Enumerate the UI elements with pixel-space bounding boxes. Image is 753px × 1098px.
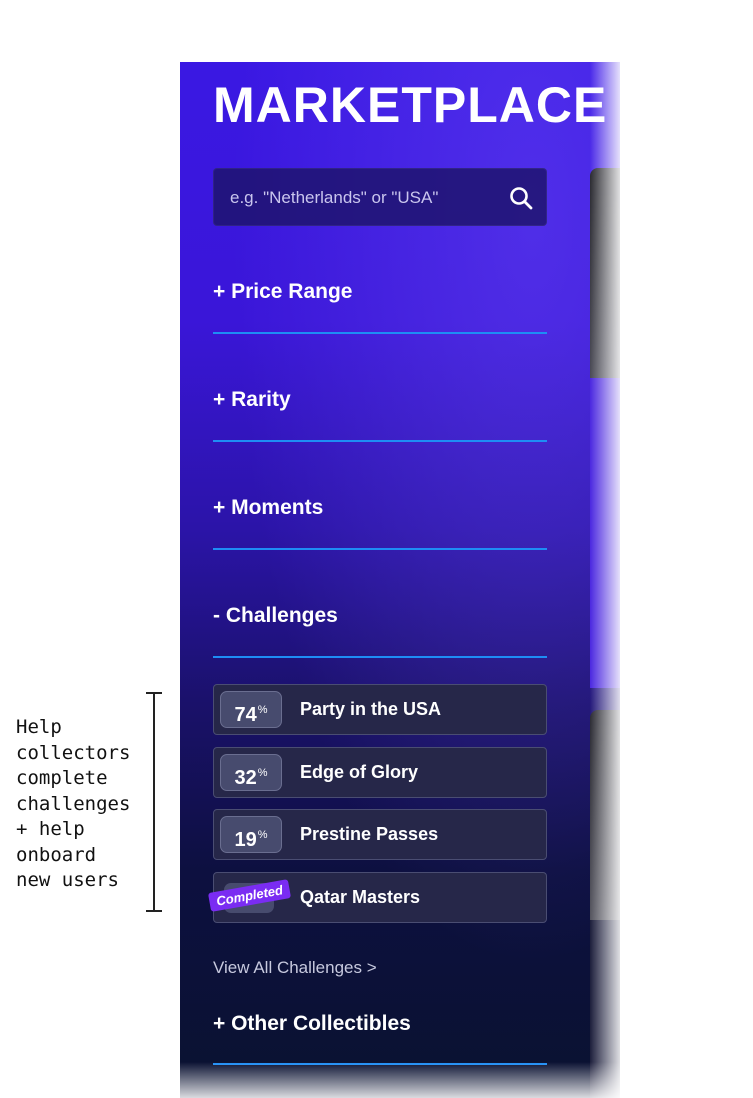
filter-price-range-label[interactable]: + Price Range [213,280,352,304]
collectible-card-image[interactable] [590,168,620,378]
challenge-item[interactable]: Completed Qatar Masters [207,872,547,923]
view-all-challenges-link[interactable]: View All Challenges > [213,958,377,978]
page-title: MARKETPLACE [213,77,608,133]
challenge-item[interactable]: 32% Edge of Glory [213,747,547,798]
challenge-progress-badge: 74% [220,691,282,728]
percent-sign: % [257,829,268,841]
challenge-progress-value: 19 [234,829,257,851]
search-icon[interactable] [508,185,534,211]
divider [213,548,547,550]
challenge-name: Qatar Masters [300,887,421,907]
collectible-card-info[interactable] [590,378,620,688]
challenge-name: Prestine Passes [300,824,439,844]
divider [213,656,547,658]
filter-rarity-label[interactable]: + Rarity [213,388,291,412]
divider [213,332,547,334]
challenge-item[interactable]: 74% Party in the USA [213,684,547,735]
collectible-card-info[interactable] [590,920,620,1098]
filter-moments-label[interactable]: + Moments [213,496,323,520]
divider [213,1063,547,1065]
challenge-name: Edge of Glory [300,762,419,782]
percent-sign: % [257,767,268,779]
challenge-progress-value: 74 [234,704,257,726]
challenge-progress-badge: 19% [220,816,282,853]
annotation-note: Help collectors complete challenges + he… [16,716,131,891]
filter-other-collectibles-label[interactable]: + Other Collectibles [213,1012,411,1036]
marketplace-panel: MARKETPLACE + Price Range + Rarity + Mom… [180,62,620,1098]
challenge-name: Party in the USA [300,699,442,719]
search-input[interactable] [228,169,502,227]
search-bar[interactable] [213,168,547,227]
challenge-progress-value: 32 [234,767,257,789]
challenge-item[interactable]: 19% Prestine Passes [213,809,547,860]
challenge-progress-badge: 32% [220,754,282,791]
divider [213,440,547,442]
collectible-card-image[interactable] [590,710,620,920]
annotation-bracket [146,692,162,912]
percent-sign: % [257,704,268,716]
filter-challenges-label[interactable]: - Challenges [213,604,338,628]
